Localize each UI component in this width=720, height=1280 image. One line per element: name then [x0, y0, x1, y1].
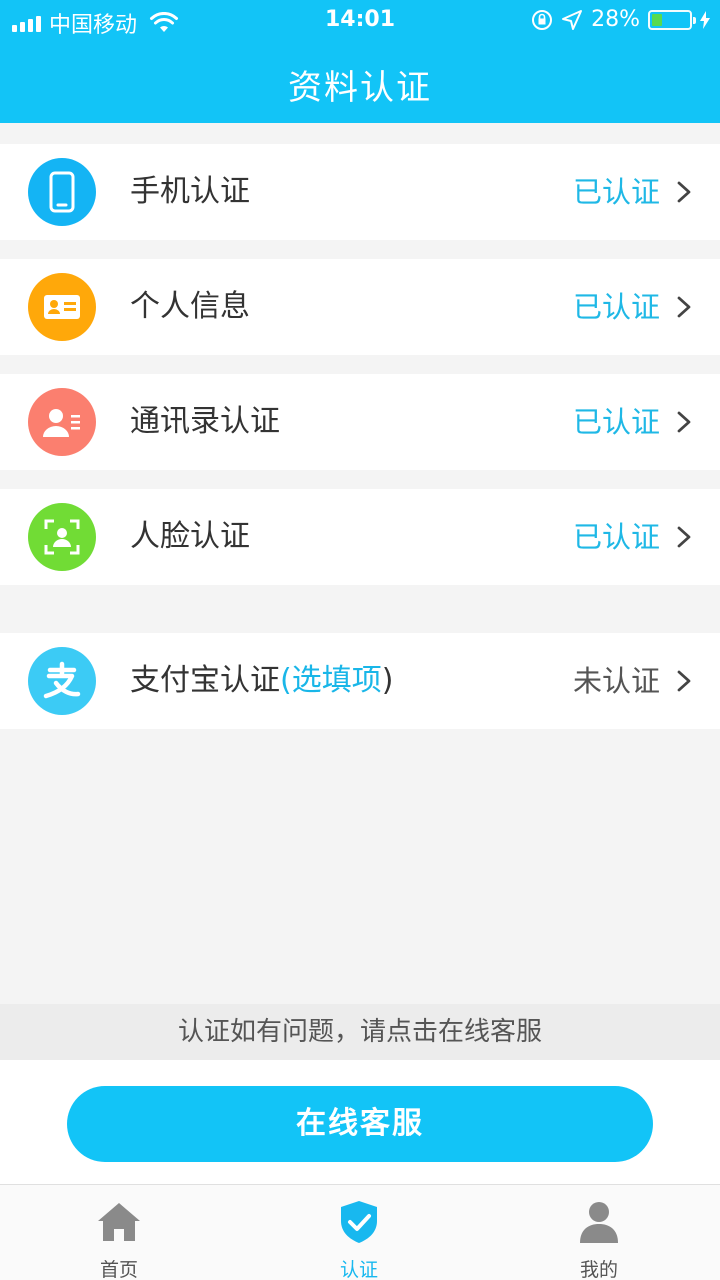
tab-mine[interactable]: 我的	[539, 1185, 659, 1280]
paren-close: )	[381, 663, 394, 698]
tab-label: 认证	[339, 1259, 378, 1280]
paren-open: (	[280, 663, 292, 698]
status-badge: 已认证	[572, 290, 660, 324]
chevron-right-icon	[677, 526, 691, 548]
contacts-icon	[28, 388, 96, 456]
home-icon	[98, 1203, 140, 1241]
location-icon	[562, 9, 583, 30]
chevron-right-icon	[677, 296, 691, 318]
row-label: 手机认证	[130, 174, 250, 209]
tab-label: 我的	[579, 1259, 618, 1280]
verify-row-face[interactable]: 人脸认证 已认证	[0, 489, 720, 585]
phone-icon	[28, 158, 96, 226]
status-bar: 中国移动 14:01 28%	[0, 0, 720, 40]
online-service-button[interactable]: 在线客服	[67, 1086, 653, 1162]
status-badge: 未认证	[572, 664, 660, 698]
charging-icon	[700, 10, 710, 29]
alipay-label: 支付宝认证	[130, 663, 280, 698]
orientation-lock-icon	[532, 9, 553, 30]
tab-home[interactable]: 首页	[59, 1185, 179, 1280]
top-bar: 中国移动 14:01 28% 资料认证	[0, 0, 720, 123]
battery-percent: 28%	[591, 7, 640, 32]
chevron-right-icon	[677, 181, 691, 203]
verify-row-phone[interactable]: 手机认证 已认证	[0, 144, 720, 240]
verify-row-alipay[interactable]: 支付宝认证(选填项) 未认证	[0, 633, 720, 729]
verify-row-personal-info[interactable]: 个人信息 已认证	[0, 259, 720, 355]
face-scan-icon	[28, 503, 96, 571]
tab-label: 首页	[99, 1259, 138, 1280]
row-label: 通讯录认证	[130, 404, 280, 439]
alipay-icon	[28, 647, 96, 715]
page-title: 资料认证	[288, 68, 432, 108]
chevron-right-icon	[677, 670, 691, 692]
row-label: 个人信息	[130, 289, 250, 324]
help-text: 认证如有问题，请点击在线客服	[0, 1004, 720, 1060]
service-area: 在线客服	[0, 1060, 720, 1184]
optional-tag: 选填项	[291, 663, 382, 698]
verify-row-contacts[interactable]: 通讯录认证 已认证	[0, 374, 720, 470]
id-card-icon	[28, 273, 96, 341]
battery-icon	[648, 9, 696, 30]
user-icon	[580, 1202, 618, 1243]
row-label: 人脸认证	[130, 519, 250, 554]
status-badge: 已认证	[572, 405, 660, 439]
tab-verify[interactable]: 认证	[299, 1185, 419, 1280]
status-badge: 已认证	[572, 520, 660, 554]
row-label: 支付宝认证(选填项)	[130, 633, 393, 729]
tab-bar: 首页 认证 我的	[0, 1184, 720, 1280]
chevron-right-icon	[677, 411, 691, 433]
status-badge: 已认证	[572, 175, 660, 209]
shield-check-icon	[341, 1201, 377, 1243]
